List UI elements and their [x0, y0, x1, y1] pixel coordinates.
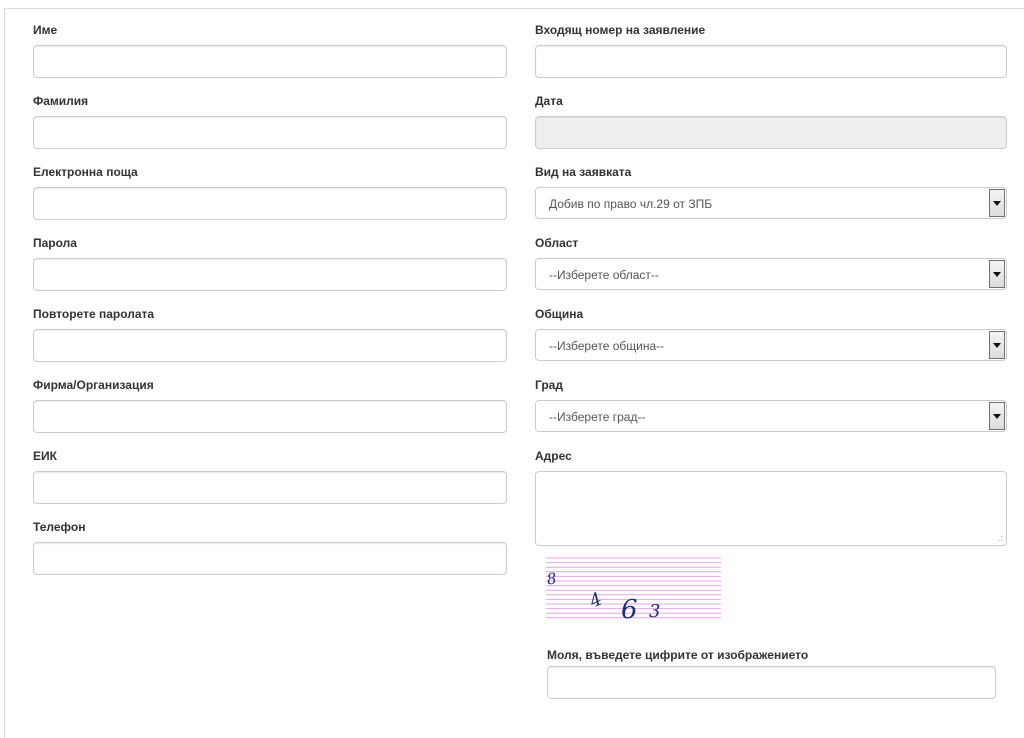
region-value: --Изберете област--	[549, 268, 659, 282]
region-label: Област	[535, 236, 579, 250]
first-name-label: Име	[33, 23, 58, 37]
request-type-group: Вид на заявката Добив по право чл.29 от …	[535, 164, 1007, 235]
left-column: Име Фамилия Електронна поща Парола Повто…	[33, 22, 507, 590]
phone-label: Телефон	[33, 520, 86, 534]
region-group: Област --Изберете област--	[535, 235, 1007, 306]
incoming-number-input[interactable]	[535, 45, 1007, 78]
company-label: Фирма/Организация	[33, 378, 154, 392]
captcha-label: Моля, въведете цифрите от изображението	[547, 648, 809, 662]
city-select[interactable]: --Изберете град--	[535, 400, 1007, 432]
phone-group: Телефон	[33, 519, 507, 590]
password-label: Парола	[33, 236, 77, 250]
eik-label: ЕИК	[33, 449, 57, 463]
region-select[interactable]: --Изберете област--	[535, 258, 1007, 290]
eik-group: ЕИК	[33, 448, 507, 519]
email-group: Електронна поща	[33, 164, 507, 235]
city-label: Град	[535, 378, 563, 392]
request-type-select[interactable]: Добив по право чл.29 от ЗПБ	[535, 187, 1007, 219]
password-group: Парола	[33, 235, 507, 306]
request-type-value: Добив по право чл.29 от ЗПБ	[549, 197, 713, 211]
eik-input[interactable]	[33, 471, 507, 504]
last-name-label: Фамилия	[33, 94, 89, 108]
address-label: Адрес	[535, 449, 572, 463]
chevron-down-icon[interactable]	[989, 260, 1005, 288]
first-name-group: Име	[33, 22, 507, 93]
first-name-input[interactable]	[33, 45, 507, 78]
captcha-image: 8 4 6 3	[546, 557, 721, 625]
request-type-label: Вид на заявката	[535, 165, 632, 179]
chevron-down-icon[interactable]	[989, 189, 1005, 217]
company-input[interactable]	[33, 400, 507, 433]
chevron-down-icon[interactable]	[989, 402, 1005, 430]
resize-grip-icon[interactable]: .:	[998, 534, 1003, 543]
repeat-password-group: Повторете паролата	[33, 306, 507, 377]
city-group: Град --Изберете град--	[535, 377, 1007, 448]
city-value: --Изберете град--	[549, 410, 646, 424]
captcha-input[interactable]	[547, 666, 996, 699]
municipality-select[interactable]: --Изберете община--	[535, 329, 1007, 361]
chevron-down-icon[interactable]	[989, 331, 1005, 359]
last-name-input[interactable]	[33, 116, 507, 149]
password-input[interactable]	[33, 258, 507, 291]
date-group: Дата	[535, 93, 1007, 164]
date-input	[535, 116, 1007, 149]
municipality-group: Община --Изберете община--	[535, 306, 1007, 377]
incoming-number-group: Входящ номер на заявление	[535, 22, 1007, 93]
captcha-char: 6	[621, 595, 638, 625]
municipality-label: Община	[535, 307, 584, 321]
company-group: Фирма/Организация	[33, 377, 507, 448]
incoming-number-label: Входящ номер на заявление	[535, 23, 706, 37]
address-textarea[interactable]: .:	[535, 471, 1007, 546]
captcha-char: 4	[585, 589, 605, 613]
last-name-group: Фамилия	[33, 93, 507, 164]
repeat-password-input[interactable]	[33, 329, 507, 362]
email-label: Електронна поща	[33, 165, 138, 179]
address-group: Адрес .:	[535, 448, 1007, 546]
captcha-char: 3	[649, 601, 660, 622]
email-input[interactable]	[33, 187, 507, 220]
date-label: Дата	[535, 94, 563, 108]
repeat-password-label: Повторете паролата	[33, 307, 155, 321]
municipality-value: --Изберете община--	[549, 339, 665, 353]
phone-input[interactable]	[33, 542, 507, 575]
right-column: Входящ номер на заявление Дата Вид на за…	[535, 22, 1007, 546]
